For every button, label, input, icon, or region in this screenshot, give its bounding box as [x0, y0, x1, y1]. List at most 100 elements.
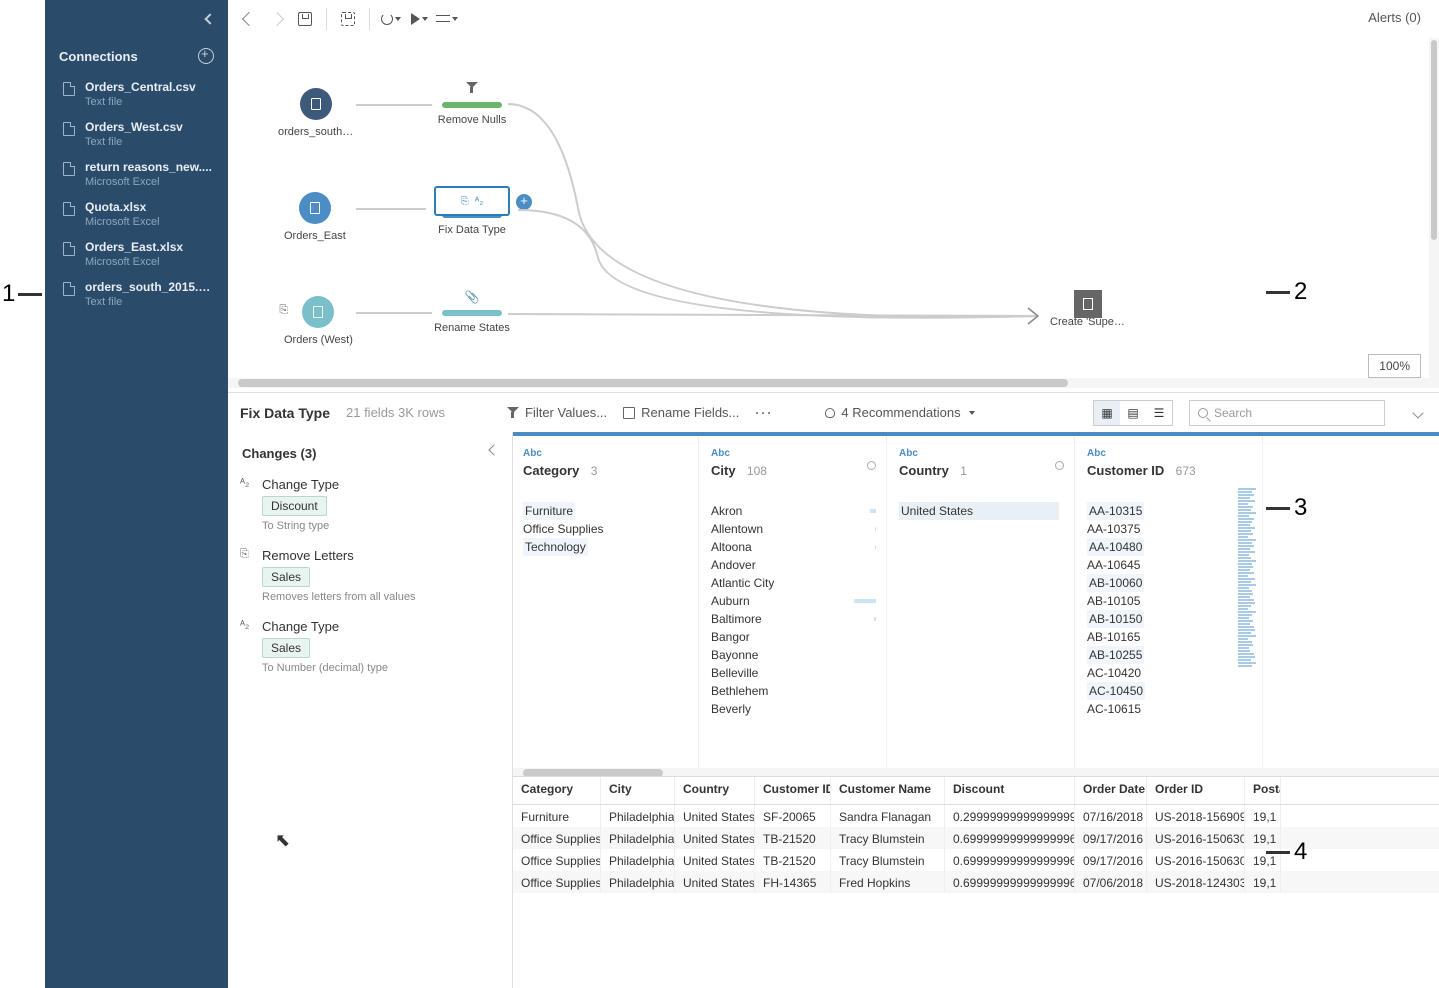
- profile-view-button[interactable]: ▦: [1094, 401, 1120, 425]
- value-row[interactable]: Atlantic City: [711, 574, 876, 592]
- canvas-hscrollbar[interactable]: [228, 378, 1439, 388]
- back-button[interactable]: [238, 8, 260, 30]
- change-item[interactable]: ᴬ₂ Change Type Sales To Number (decimal)…: [228, 613, 512, 684]
- value-row[interactable]: Beverly: [711, 700, 876, 718]
- changes-pane: Changes (3) ᴬ₂ Change Type Discount To S…: [228, 432, 513, 988]
- value-row[interactable]: Akron: [711, 502, 876, 520]
- changes-collapse-button[interactable]: [488, 444, 499, 455]
- node-rename-states[interactable]: 📎 Rename States: [432, 290, 512, 334]
- node-output[interactable]: Create 'Supers...: [1048, 298, 1128, 328]
- connection-item[interactable]: return reasons_new....Microsoft Excel: [45, 154, 228, 194]
- grid-view-button[interactable]: ▤: [1120, 401, 1146, 425]
- add-step-button[interactable]: +: [516, 194, 532, 210]
- expand-button[interactable]: [1409, 404, 1427, 422]
- value-row[interactable]: AB-10060: [1087, 574, 1252, 592]
- rename-fields-button[interactable]: Rename Fields...: [623, 405, 739, 420]
- file-icon: [313, 306, 323, 318]
- col-header[interactable]: Order Date: [1075, 777, 1147, 804]
- connection-item[interactable]: Quota.xlsxMicrosoft Excel: [45, 194, 228, 234]
- value-row[interactable]: AA-10315: [1087, 502, 1252, 520]
- value-row[interactable]: Office Supplies: [523, 520, 688, 538]
- annotation-3: 3: [1294, 494, 1307, 522]
- value-row[interactable]: AC-10450: [1087, 682, 1252, 700]
- col-header[interactable]: Customer Name: [831, 777, 945, 804]
- value-row[interactable]: AA-10645: [1087, 556, 1252, 574]
- value-row[interactable]: Auburn: [711, 592, 876, 610]
- recommendation-icon[interactable]: [867, 461, 876, 470]
- field-card-category[interactable]: Abc Category 3 FurnitureOffice SuppliesT…: [513, 436, 699, 776]
- table-row[interactable]: FurniturePhiladelphiaUnited StatesSF-200…: [513, 805, 1439, 827]
- value-row[interactable]: Baltimore: [711, 610, 876, 628]
- field-card-customer-id[interactable]: Abc Customer ID 673 AA-10315AA-10375AA-1…: [1077, 436, 1263, 776]
- value-row[interactable]: Technology: [523, 538, 688, 556]
- run-button[interactable]: [408, 8, 430, 30]
- step-meta: 21 fields 3K rows: [346, 405, 445, 420]
- value-row[interactable]: AA-10480: [1087, 538, 1252, 556]
- refresh-button[interactable]: [380, 8, 402, 30]
- col-header[interactable]: Postal: [1245, 777, 1281, 804]
- list-view-button[interactable]: ☰: [1146, 401, 1172, 425]
- value-row[interactable]: AB-10255: [1087, 646, 1252, 664]
- table-row[interactable]: Office SuppliesPhiladelphiaUnited States…: [513, 871, 1439, 893]
- profile-pane: Abc Category 3 FurnitureOffice SuppliesT…: [513, 432, 1439, 776]
- alerts-indicator[interactable]: Alerts (0): [1368, 10, 1421, 25]
- connections-title: Connections: [59, 49, 138, 64]
- node-orders-south[interactable]: orders_south_...: [278, 88, 354, 138]
- change-type-icon: ⎘: [240, 548, 254, 562]
- value-row[interactable]: Belleville: [711, 664, 876, 682]
- field-card-country[interactable]: Abc Country 1 United States: [889, 436, 1075, 776]
- zoom-level[interactable]: 100%: [1368, 354, 1421, 378]
- forward-button[interactable]: [266, 8, 288, 30]
- search-input[interactable]: Search: [1189, 400, 1385, 426]
- value-row[interactable]: AA-10375: [1087, 520, 1252, 538]
- file-icon: [310, 202, 320, 214]
- connection-item[interactable]: Orders_East.xlsxMicrosoft Excel: [45, 234, 228, 274]
- node-remove-nulls[interactable]: Remove Nulls: [432, 82, 512, 126]
- value-row[interactable]: AC-10420: [1087, 664, 1252, 682]
- value-row[interactable]: AB-10165: [1087, 628, 1252, 646]
- recommendations-button[interactable]: 4 Recommendations: [825, 405, 974, 420]
- main-toolbar: [228, 0, 1279, 38]
- value-row[interactable]: Bayonne: [711, 646, 876, 664]
- value-row[interactable]: AB-10105: [1087, 592, 1252, 610]
- sidebar-collapse[interactable]: [45, 0, 228, 38]
- change-item[interactable]: ᴬ₂ Change Type Discount To String type: [228, 471, 512, 542]
- more-actions-button[interactable]: ···: [755, 406, 773, 420]
- connection-item[interactable]: Orders_West.csvText file: [45, 114, 228, 154]
- node-orders-east[interactable]: Orders_East: [284, 192, 346, 242]
- file-icon: [311, 98, 321, 110]
- settings-button[interactable]: [436, 8, 458, 30]
- value-row[interactable]: Altoona: [711, 538, 876, 556]
- add-connection-button[interactable]: [198, 48, 214, 64]
- col-header[interactable]: Customer ID: [755, 777, 831, 804]
- publish-button[interactable]: [337, 8, 359, 30]
- field-card-city[interactable]: Abc City 108 AkronAllentownAltoonaAndove…: [701, 436, 887, 776]
- col-header[interactable]: Discount: [945, 777, 1075, 804]
- value-row[interactable]: AC-10615: [1087, 700, 1252, 718]
- value-row[interactable]: Furniture: [523, 502, 688, 520]
- value-row[interactable]: AB-10150: [1087, 610, 1252, 628]
- col-header[interactable]: Order ID: [1147, 777, 1245, 804]
- change-type-icon: ᴬ₂: [240, 619, 254, 633]
- col-header[interactable]: City: [601, 777, 675, 804]
- value-row[interactable]: Andover: [711, 556, 876, 574]
- value-row[interactable]: Allentown: [711, 520, 876, 538]
- field-type-badge: Abc: [899, 448, 1064, 459]
- value-row[interactable]: Bethlehem: [711, 682, 876, 700]
- node-fix-data-type[interactable]: ⎘ ᴬ₂ Fix Data Type +: [426, 186, 518, 236]
- field-type-badge: Abc: [711, 448, 876, 459]
- connection-item[interactable]: Orders_Central.csvText file: [45, 74, 228, 114]
- change-item[interactable]: ⎘ Remove Letters Sales Removes letters f…: [228, 542, 512, 613]
- canvas-vscrollbar[interactable]: [1429, 38, 1439, 378]
- col-header[interactable]: Category: [513, 777, 601, 804]
- node-orders-west[interactable]: ⎘ Orders (West): [284, 296, 353, 346]
- flow-pane[interactable]: orders_south_... Remove Nulls Orders_Eas…: [228, 38, 1439, 388]
- recommendation-icon[interactable]: [1055, 461, 1064, 470]
- value-row[interactable]: Bangor: [711, 628, 876, 646]
- connections-sidebar: Connections Orders_Central.csvText file …: [45, 0, 228, 988]
- col-header[interactable]: Country: [675, 777, 755, 804]
- filter-values-button[interactable]: Filter Values...: [507, 405, 607, 420]
- connection-item[interactable]: orders_south_2015.c...Text file: [45, 274, 228, 314]
- save-button[interactable]: [294, 8, 316, 30]
- value-row[interactable]: United States: [899, 502, 1064, 520]
